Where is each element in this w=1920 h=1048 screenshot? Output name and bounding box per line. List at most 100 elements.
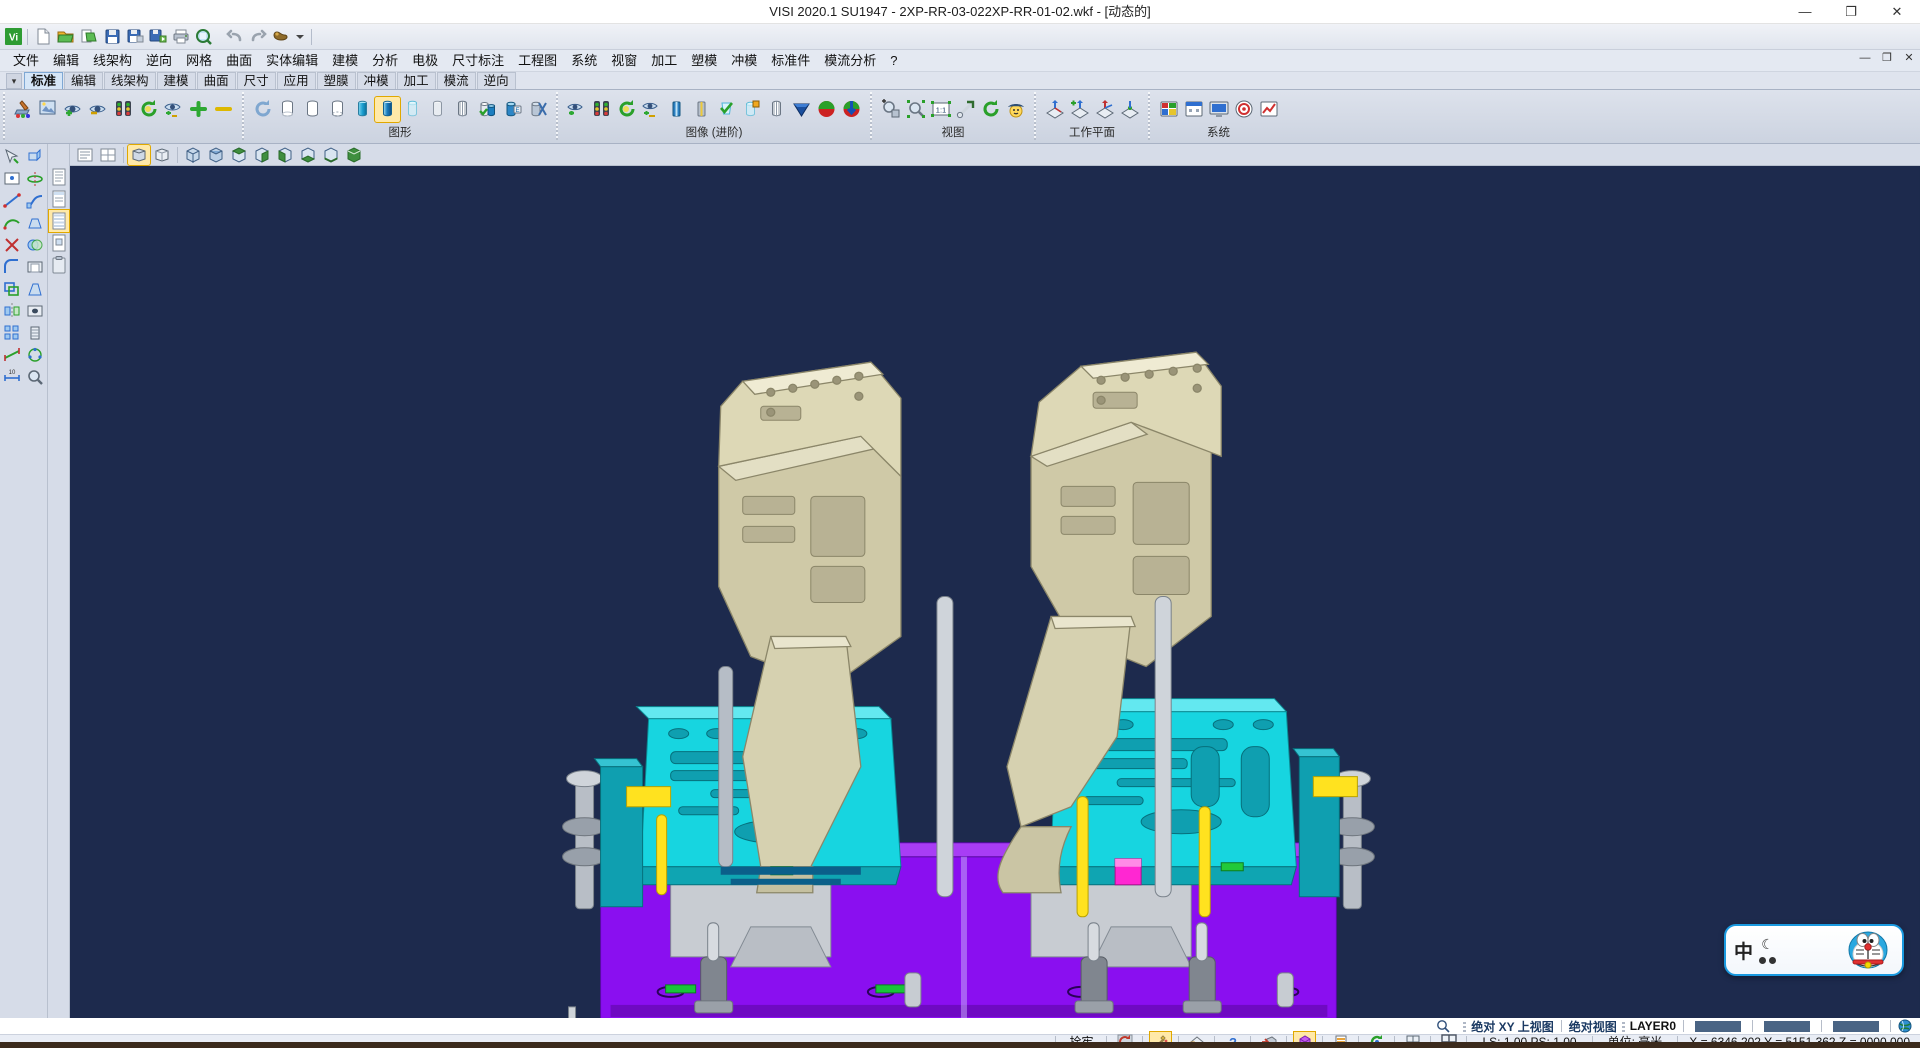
render-texture-icon[interactable]: E — [500, 97, 525, 122]
menu-item-10[interactable]: 尺寸标注 — [445, 51, 511, 71]
render-off-icon[interactable] — [525, 97, 550, 122]
menu-item-7[interactable]: 建模 — [325, 51, 365, 71]
view-grid-icon[interactable] — [97, 145, 119, 165]
ime-widget[interactable]: 中 ☾ — [1724, 924, 1904, 976]
shaded-transparent-icon[interactable] — [400, 97, 425, 122]
layer-label[interactable]: LAYER0 — [1630, 1019, 1676, 1033]
cad-model-drawing[interactable]: x y z — [70, 166, 1920, 1018]
pattern-tool-icon[interactable] — [24, 344, 46, 366]
system-chart-icon[interactable] — [1256, 97, 1281, 122]
layers-icon[interactable] — [49, 210, 69, 232]
minimize-button[interactable]: — — [1782, 0, 1828, 24]
sweep-tool-icon[interactable] — [24, 190, 46, 212]
view-list-icon[interactable] — [74, 145, 96, 165]
hide-entity-icon[interactable] — [86, 97, 111, 122]
sphere-shade-icon[interactable] — [814, 97, 839, 122]
rotate-view-icon[interactable] — [978, 97, 1003, 122]
array-tool-icon[interactable] — [1, 322, 23, 344]
ribbon-tab-standard[interactable]: 标准 — [24, 72, 63, 89]
offset-tool-icon[interactable] — [1, 278, 23, 300]
view-dimetric-icon[interactable] — [343, 145, 365, 165]
mdi-minimize-button[interactable]: — — [1854, 49, 1876, 67]
ribbon-tab-dimension[interactable]: 尺寸 — [237, 72, 276, 89]
system-monitor-icon[interactable] — [1206, 97, 1231, 122]
shell-tool-icon[interactable] — [24, 256, 46, 278]
menu-item-5[interactable]: 曲面 — [219, 51, 259, 71]
refresh-advanced-icon[interactable] — [614, 97, 639, 122]
view-left-icon[interactable] — [274, 145, 296, 165]
ribbon-tab-machining[interactable]: 加工 — [397, 72, 436, 89]
feature-tree-icon[interactable] — [49, 166, 69, 188]
menu-item-15[interactable]: 塑模 — [684, 51, 724, 71]
regenerate-icon[interactable] — [250, 97, 275, 122]
shade-view-icon[interactable] — [128, 145, 150, 165]
ribbon-tab-modeling[interactable]: 建模 — [157, 72, 196, 89]
gem-shade-icon[interactable] — [789, 97, 814, 122]
app-logo-icon[interactable]: Vi — [3, 26, 23, 48]
globe-icon[interactable] — [1898, 1019, 1912, 1033]
thread-tool-icon[interactable] — [24, 322, 46, 344]
print-icon[interactable] — [170, 26, 192, 48]
revolve-tool-icon[interactable] — [24, 168, 46, 190]
ime-dots[interactable] — [1759, 957, 1776, 964]
menu-item-19[interactable]: ? — [883, 51, 904, 71]
zoom-in-out-icon[interactable] — [878, 97, 903, 122]
workplane-align-icon[interactable] — [1092, 97, 1117, 122]
mesh-cylinder-icon[interactable] — [764, 97, 789, 122]
sphere-arrow-icon[interactable] — [839, 97, 864, 122]
wireframe-solid-icon[interactable] — [275, 97, 300, 122]
section-view-icon[interactable] — [664, 97, 689, 122]
loft-tool-icon[interactable] — [24, 212, 46, 234]
view-iso-icon[interactable] — [182, 145, 204, 165]
select-entity-icon[interactable] — [1, 146, 23, 168]
render-solid-icon[interactable] — [475, 97, 500, 122]
ribbon-tab-apply[interactable]: 应用 — [277, 72, 316, 89]
view-right-icon[interactable] — [251, 145, 273, 165]
ribbon-tab-edit[interactable]: 编辑 — [64, 72, 103, 89]
viewport-canvas[interactable]: x y z — [70, 166, 1920, 1018]
fillet-tool-icon[interactable] — [1, 256, 23, 278]
system-grid-icon[interactable] — [1156, 97, 1181, 122]
assembly-icon[interactable] — [49, 232, 69, 254]
zoom-window-icon[interactable] — [903, 97, 928, 122]
menu-item-16[interactable]: 冲模 — [724, 51, 764, 71]
transparent-cylinder-icon[interactable] — [739, 97, 764, 122]
ribbon-tab-flow[interactable]: 模流 — [437, 72, 476, 89]
menu-item-6[interactable]: 实体编辑 — [259, 51, 325, 71]
shaded-blue-icon[interactable] — [375, 97, 400, 122]
undo-icon[interactable] — [224, 26, 246, 48]
ribbon-tab-wireframe[interactable]: 线架构 — [104, 72, 156, 89]
menu-item-11[interactable]: 工程图 — [511, 51, 564, 71]
menu-item-2[interactable]: 线架构 — [86, 51, 139, 71]
system-target-icon[interactable] — [1231, 97, 1256, 122]
color-palette-icon[interactable] — [11, 97, 36, 122]
ribbon-tab-mold[interactable]: 塑膜 — [317, 72, 356, 89]
blank-entity-icon[interactable] — [564, 97, 589, 122]
mesh-view-icon[interactable] — [450, 97, 475, 122]
menu-item-0[interactable]: 文件 — [6, 51, 46, 71]
boolean-tool-icon[interactable] — [24, 234, 46, 256]
point-tool-icon[interactable] — [1, 168, 23, 190]
workplane-axis-icon[interactable] — [1042, 97, 1067, 122]
print-preview-icon[interactable] — [193, 26, 215, 48]
dimension-tool-icon[interactable]: 10 — [1, 366, 23, 388]
mdi-restore-button[interactable]: ❐ — [1876, 49, 1898, 67]
redo-icon[interactable] — [247, 26, 269, 48]
menu-item-1[interactable]: 编辑 — [46, 51, 86, 71]
close-button[interactable]: ✕ — [1874, 0, 1920, 24]
measure-tool-icon[interactable] — [1, 344, 23, 366]
layer-manager-icon[interactable] — [36, 97, 61, 122]
menu-item-3[interactable]: 逆向 — [139, 51, 179, 71]
properties-icon[interactable] — [49, 188, 69, 210]
hidden-line-dashed-icon[interactable] — [325, 97, 350, 122]
toggle-advanced-icon[interactable] — [639, 97, 664, 122]
ribbon-tab-reverse[interactable]: 逆向 — [477, 72, 516, 89]
maximize-button[interactable]: ❐ — [1828, 0, 1874, 24]
system-calendar-icon[interactable] — [1181, 97, 1206, 122]
workplane-create-icon[interactable] — [1067, 97, 1092, 122]
shaded-cyan-icon[interactable] — [350, 97, 375, 122]
menu-item-13[interactable]: 视窗 — [604, 51, 644, 71]
trim-tool-icon[interactable] — [1, 234, 23, 256]
show-entity-icon[interactable] — [61, 97, 86, 122]
overflow-chevron-icon[interactable] — [293, 26, 307, 48]
